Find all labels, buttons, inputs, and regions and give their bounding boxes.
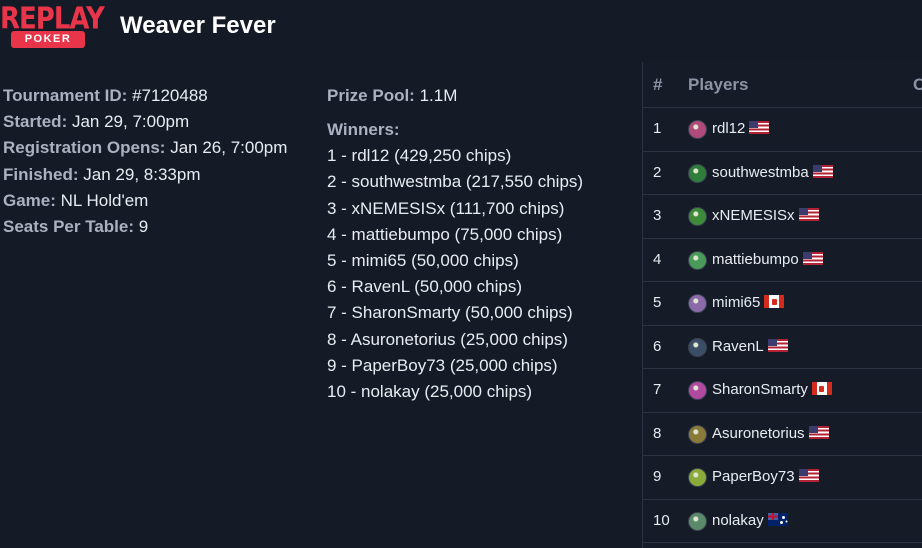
player-rank: 7 (653, 381, 662, 398)
player-name-text[interactable]: mimi65 (712, 294, 760, 311)
winner-item: 5 - mimi65 (50,000 chips) (327, 251, 519, 271)
player-name-text[interactable]: SharonSmarty (712, 381, 808, 398)
winner-item: 2 - southwestmba (217,550 chips) (327, 172, 584, 192)
player-name[interactable]: RavenL (712, 338, 788, 355)
info-seats-per-table: Seats Per Table: 9 (3, 217, 149, 237)
ca-flag-icon (811, 382, 832, 395)
player-rank: 9 (653, 468, 662, 485)
table-row[interactable]: 1 rdl12 (643, 108, 922, 152)
replay-poker-logo[interactable]: REPLAY POKER (0, 2, 105, 50)
player-name-text[interactable]: rdl12 (712, 120, 745, 137)
info-tournament-id: Tournament ID: #7120488 (3, 86, 208, 105)
tournament-info: Tournament ID: #7120488 Started: Jan 29,… (3, 83, 303, 240)
player-rank: 3 (653, 207, 662, 224)
winner-item: 1 - rdl12 (429,250 chips) (327, 146, 512, 166)
winner-item: 4 - mattiebumpo (75,000 chips) (327, 224, 563, 244)
avatar[interactable] (688, 511, 707, 531)
avatar[interactable] (688, 207, 707, 226)
winners-label: Winners: (327, 120, 400, 139)
player-rank: 8 (653, 424, 662, 442)
table-row[interactable]: 5 mimi65 (643, 282, 922, 326)
winner-item: 3 - xNEMESISx (111,700 chips) (327, 198, 565, 218)
header: REPLAY POKER Weaver Fever (0, 0, 922, 60)
player-rank: 2 (653, 163, 662, 181)
ca-flag-icon (764, 295, 785, 308)
info-registration-opens: Registration Opens: Jan 26, 7:00pm (3, 138, 288, 158)
table-row[interactable]: 6 RavenL (643, 326, 922, 369)
logo-pill: POKER (11, 31, 85, 48)
us-flag-icon (767, 338, 788, 352)
avatar[interactable] (688, 120, 707, 139)
au-flag-icon (767, 512, 788, 526)
player-rank: 4 (653, 250, 662, 268)
player-name-text[interactable]: xNEMESISx (712, 207, 795, 224)
player-name-text[interactable]: RavenL (712, 338, 764, 355)
table-row[interactable]: 3 xNEMESISx (643, 195, 922, 239)
table-row[interactable]: 9 PaperBoy73 (643, 456, 922, 500)
players-table: # Players C 1 rdl12 2 southwestmba 3 xNEMESIS… (642, 62, 922, 548)
info-game: Game: NL Hold'em (3, 190, 149, 210)
us-flag-icon (812, 164, 833, 178)
winner-item: 6 - RavenL (50,000 chips) (327, 277, 522, 297)
player-rank: 6 (653, 337, 662, 355)
player-name[interactable]: rdl12 (712, 120, 770, 137)
player-name-text[interactable]: southwestmba (712, 164, 809, 181)
winner-item: 7 - SharonSmarty (50,000 chips) (327, 303, 573, 323)
winners-list: Winners: 1 - rdl12 (429,250 chips) 2 - s… (327, 117, 627, 405)
avatar[interactable] (688, 468, 707, 487)
player-rank: 10 (653, 511, 670, 529)
player-name[interactable]: mimi65 (712, 294, 785, 311)
table-row[interactable]: 7 SharonSmarty (643, 369, 922, 413)
players-table-header: # Players C (643, 62, 922, 108)
player-name-text[interactable]: nolakay (712, 512, 764, 529)
player-rank: 5 (653, 294, 662, 311)
player-name[interactable]: Asuronetorius (712, 425, 829, 442)
us-flag-icon (802, 251, 823, 265)
avatar[interactable] (688, 424, 707, 444)
player-name[interactable]: southwestmba (712, 164, 833, 181)
column-header-players[interactable]: Players (688, 75, 749, 95)
winner-item: 9 - PaperBoy73 (25,000 chips) (327, 355, 558, 375)
avatar[interactable] (688, 381, 707, 400)
players-table-body: 1 rdl12 2 southwestmba 3 xNEMESISx 4 mattiebump… (643, 108, 922, 543)
player-name[interactable]: mattiebumpo (712, 251, 823, 268)
us-flag-icon (749, 121, 770, 134)
table-row[interactable]: 2 southwestmba (643, 152, 922, 195)
page-title: Weaver Fever (120, 12, 276, 39)
table-row[interactable]: 4 mattiebumpo (643, 239, 922, 282)
prize-pool: Prize Pool: 1.1M (327, 86, 458, 105)
avatar[interactable] (688, 250, 707, 270)
player-name[interactable]: xNEMESISx (712, 207, 819, 224)
table-row[interactable]: 10 nolakay (643, 500, 922, 543)
player-rank: 1 (653, 120, 662, 137)
avatar[interactable] (688, 337, 707, 357)
player-name[interactable]: nolakay (712, 512, 788, 529)
player-name[interactable]: PaperBoy73 (712, 468, 819, 485)
column-header-rank[interactable]: # (653, 75, 662, 95)
column-header-third[interactable]: C (913, 75, 922, 95)
avatar[interactable] (688, 163, 707, 183)
us-flag-icon (808, 425, 829, 439)
player-name-text[interactable]: Asuronetorius (712, 425, 805, 442)
player-name-text[interactable]: PaperBoy73 (712, 468, 795, 485)
player-name-text[interactable]: mattiebumpo (712, 251, 799, 268)
player-name[interactable]: SharonSmarty (712, 381, 832, 398)
info-started: Started: Jan 29, 7:00pm (3, 112, 190, 132)
us-flag-icon (798, 208, 819, 221)
winner-item: 8 - Asuronetorius (25,000 chips) (327, 329, 568, 349)
winner-item: 10 - nolakay (25,000 chips) (327, 382, 533, 402)
us-flag-icon (798, 469, 819, 482)
table-row[interactable]: 8 Asuronetorius (643, 413, 922, 456)
avatar[interactable] (688, 294, 707, 313)
info-finished: Finished: Jan 29, 8:33pm (3, 164, 201, 184)
